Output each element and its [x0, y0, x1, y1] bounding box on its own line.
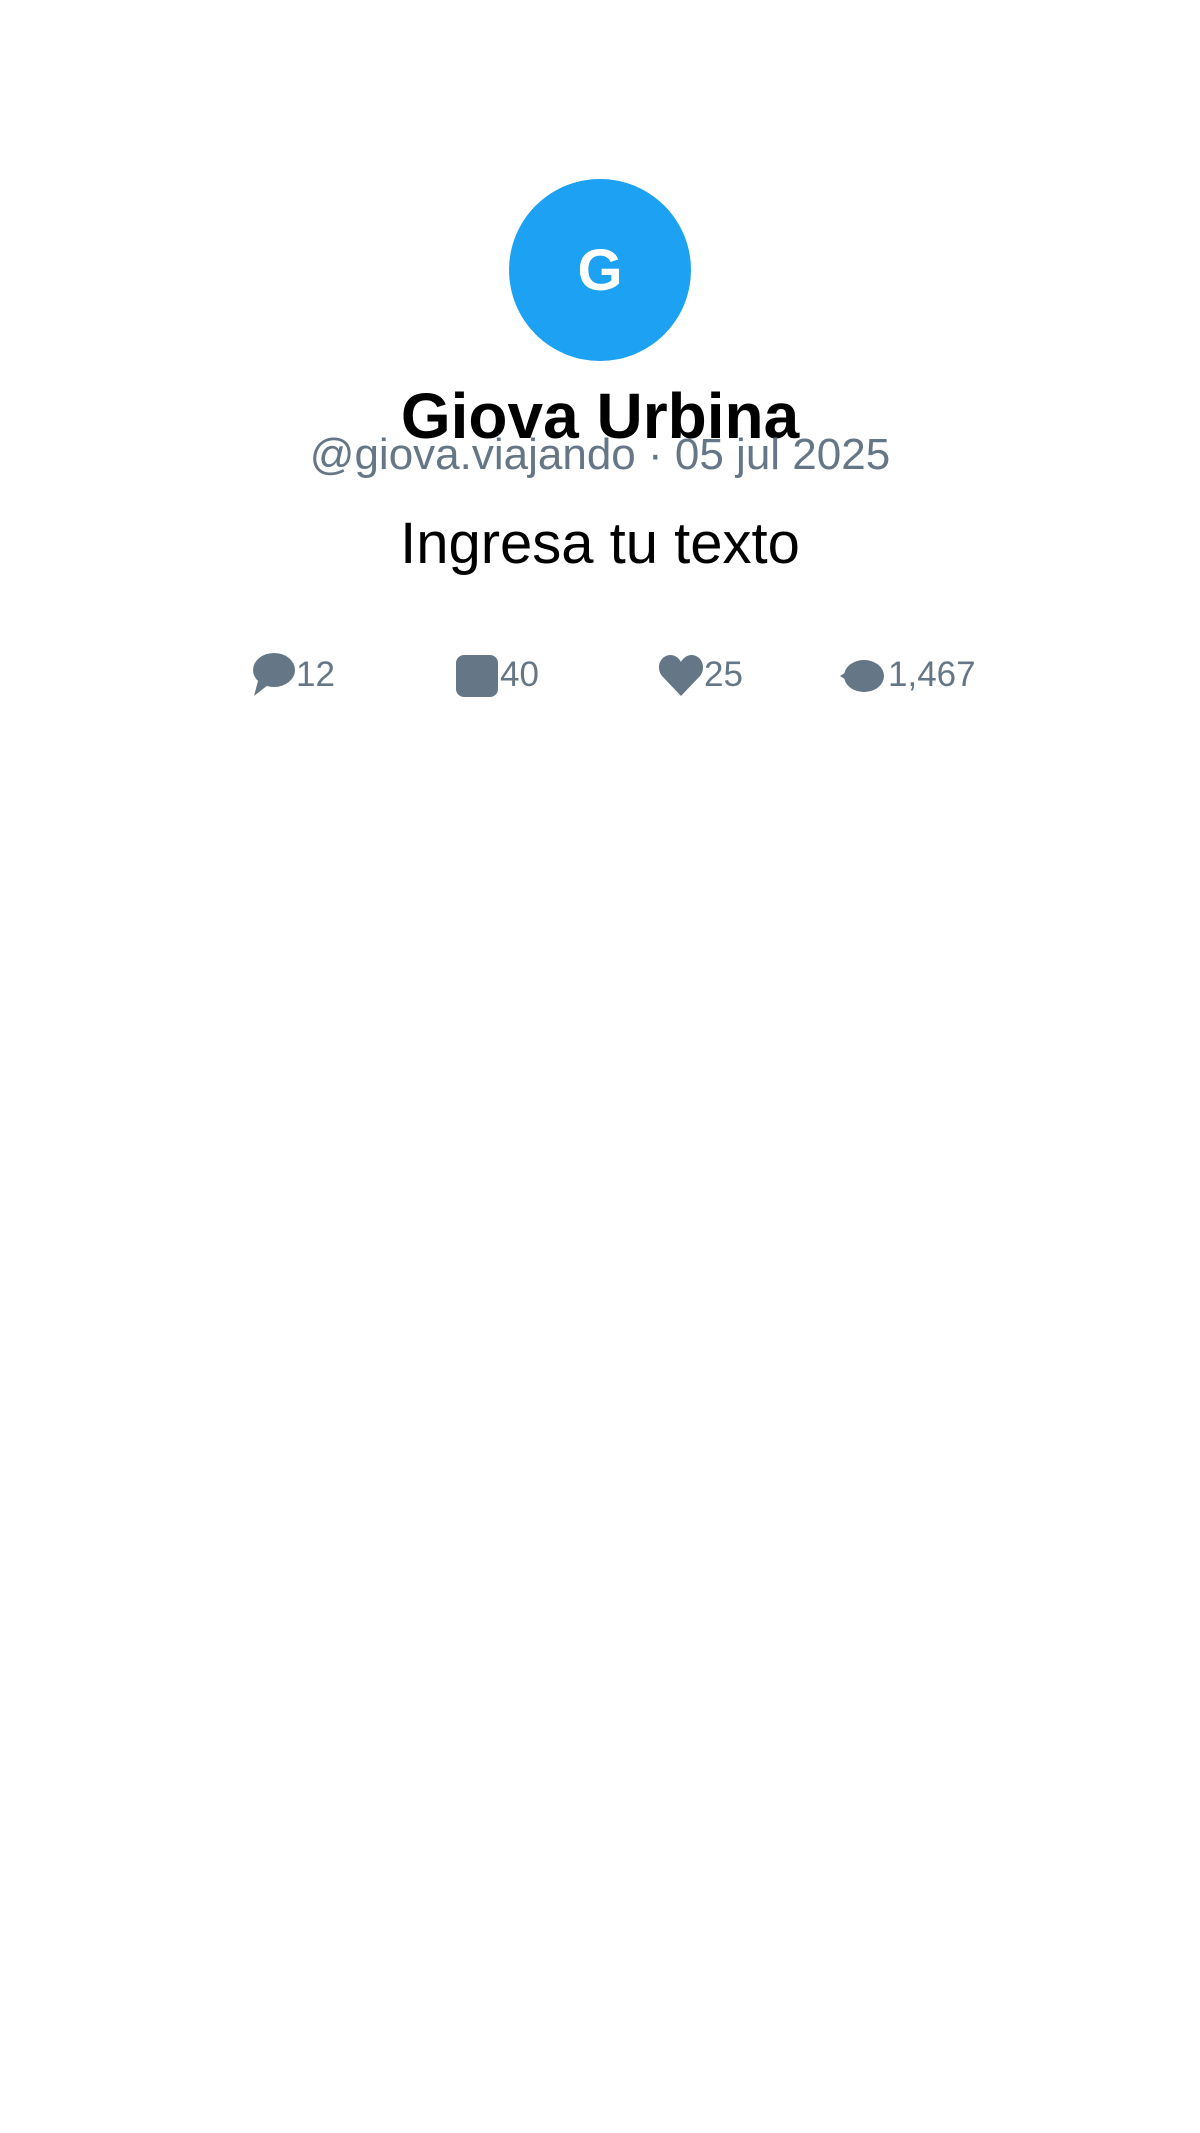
- reply-button[interactable]: 12: [250, 650, 335, 700]
- repost-count: 40: [500, 655, 539, 694]
- reply-count: 12: [296, 655, 335, 694]
- views-count: 1,467: [888, 655, 976, 694]
- repost-button[interactable]: 40: [454, 650, 539, 700]
- post-text: Ingresa tu texto: [400, 511, 800, 576]
- reply-icon: [253, 653, 295, 696]
- heart-icon: [658, 655, 704, 696]
- avatar[interactable]: G: [509, 179, 691, 361]
- eye-icon: [840, 660, 884, 692]
- handle-and-date[interactable]: @giova.viajando · 05 jul 2025: [0, 428, 1200, 482]
- like-count: 25: [704, 655, 743, 694]
- repost-icon: [456, 655, 498, 697]
- views-button[interactable]: 1,467: [838, 650, 976, 700]
- social-post: G Giova Urbina @giova.viajando · 05 jul …: [0, 0, 1200, 2133]
- avatar-initial: G: [577, 237, 623, 303]
- like-button[interactable]: 25: [658, 650, 743, 700]
